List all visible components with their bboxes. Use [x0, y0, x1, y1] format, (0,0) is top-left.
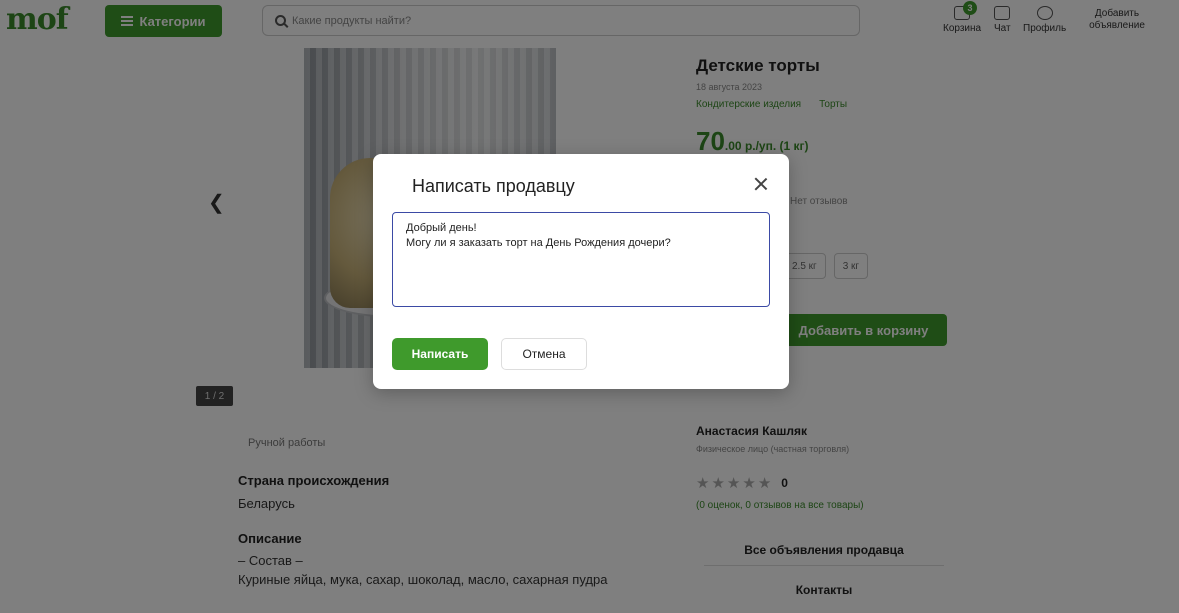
dialog-title: Написать продавцу: [412, 176, 575, 196]
write-seller-dialog: Написать продавцу Добрый день! Могу ли я…: [373, 154, 789, 389]
message-textarea[interactable]: Добрый день! Могу ли я заказать торт на …: [392, 212, 770, 307]
send-button[interactable]: Написать: [392, 338, 488, 370]
close-icon[interactable]: [753, 176, 769, 192]
cancel-button[interactable]: Отмена: [501, 338, 587, 370]
